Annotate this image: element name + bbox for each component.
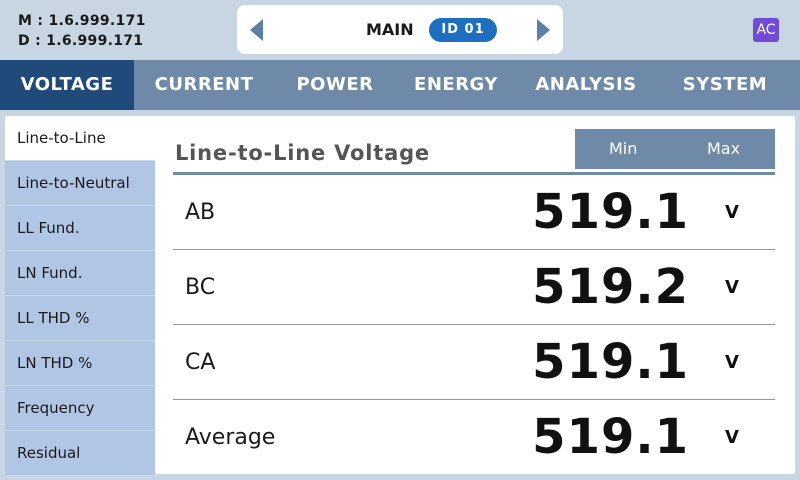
device-id-badge: ID 01 [429, 18, 497, 42]
main-tab-bar: VOLTAGE CURRENT POWER ENERGY ANALYSIS SY… [0, 60, 800, 110]
reading-row-ab: AB 519.1 V [173, 175, 775, 250]
nav-title: MAIN [366, 20, 414, 39]
sidebar-item-ll-thd[interactable]: LL THD % [5, 296, 155, 340]
voltage-panel: Line-to-Line Voltage Min Max AB 519.1 V … [155, 116, 795, 474]
sidebar-item-residual[interactable]: Residual [5, 431, 155, 475]
min-max-toggle: Min Max [575, 129, 775, 169]
ac-badge[interactable]: AC [753, 18, 779, 42]
firmware-m-version: M : 1.6.999.171 [18, 13, 146, 29]
sidebar-item-ln-thd[interactable]: LN THD % [5, 341, 155, 385]
tab-power[interactable]: POWER [274, 60, 396, 110]
reading-label: AB [185, 200, 216, 225]
sidebar-item-ln-fund[interactable]: LN Fund. [5, 251, 155, 295]
tab-energy[interactable]: ENERGY [396, 60, 516, 110]
reading-value: 519.1 [532, 409, 689, 465]
reading-row-average: Average 519.1 V [173, 400, 775, 475]
reading-unit: V [725, 427, 739, 448]
header-bar: M : 1.6.999.171 D : 1.6.999.171 MAIN ID … [0, 0, 800, 60]
tab-system[interactable]: SYSTEM [656, 60, 794, 110]
prev-arrow-icon[interactable] [250, 19, 263, 41]
reading-label: BC [185, 275, 216, 300]
sidebar-item-line-to-line[interactable]: Line-to-Line [5, 116, 155, 160]
reading-row-bc: BC 519.2 V [173, 250, 775, 325]
sidebar-item-frequency[interactable]: Frequency [5, 386, 155, 430]
min-button[interactable]: Min [609, 129, 637, 169]
next-arrow-icon[interactable] [537, 19, 550, 41]
tab-voltage[interactable]: VOLTAGE [0, 60, 134, 110]
tab-current[interactable]: CURRENT [134, 60, 274, 110]
tab-analysis[interactable]: ANALYSIS [516, 60, 656, 110]
reading-value: 519.1 [532, 334, 689, 390]
reading-unit: V [725, 277, 739, 298]
sidebar-item-line-to-neutral[interactable]: Line-to-Neutral [5, 161, 155, 205]
reading-value: 519.1 [532, 184, 689, 240]
panel-title: Line-to-Line Voltage [175, 141, 430, 165]
reading-value: 519.2 [532, 259, 689, 315]
reading-unit: V [725, 352, 739, 373]
device-navigator: MAIN ID 01 [237, 5, 563, 54]
firmware-d-version: D : 1.6.999.171 [18, 33, 144, 49]
reading-row-ca: CA 519.1 V [173, 325, 775, 400]
firmware-info: M : 1.6.999.171 D : 1.6.999.171 [18, 11, 146, 51]
reading-label: Average [185, 425, 276, 450]
reading-unit: V [725, 202, 739, 223]
reading-label: CA [185, 350, 216, 375]
max-button[interactable]: Max [707, 129, 740, 169]
sidebar-item-ll-fund[interactable]: LL Fund. [5, 206, 155, 250]
